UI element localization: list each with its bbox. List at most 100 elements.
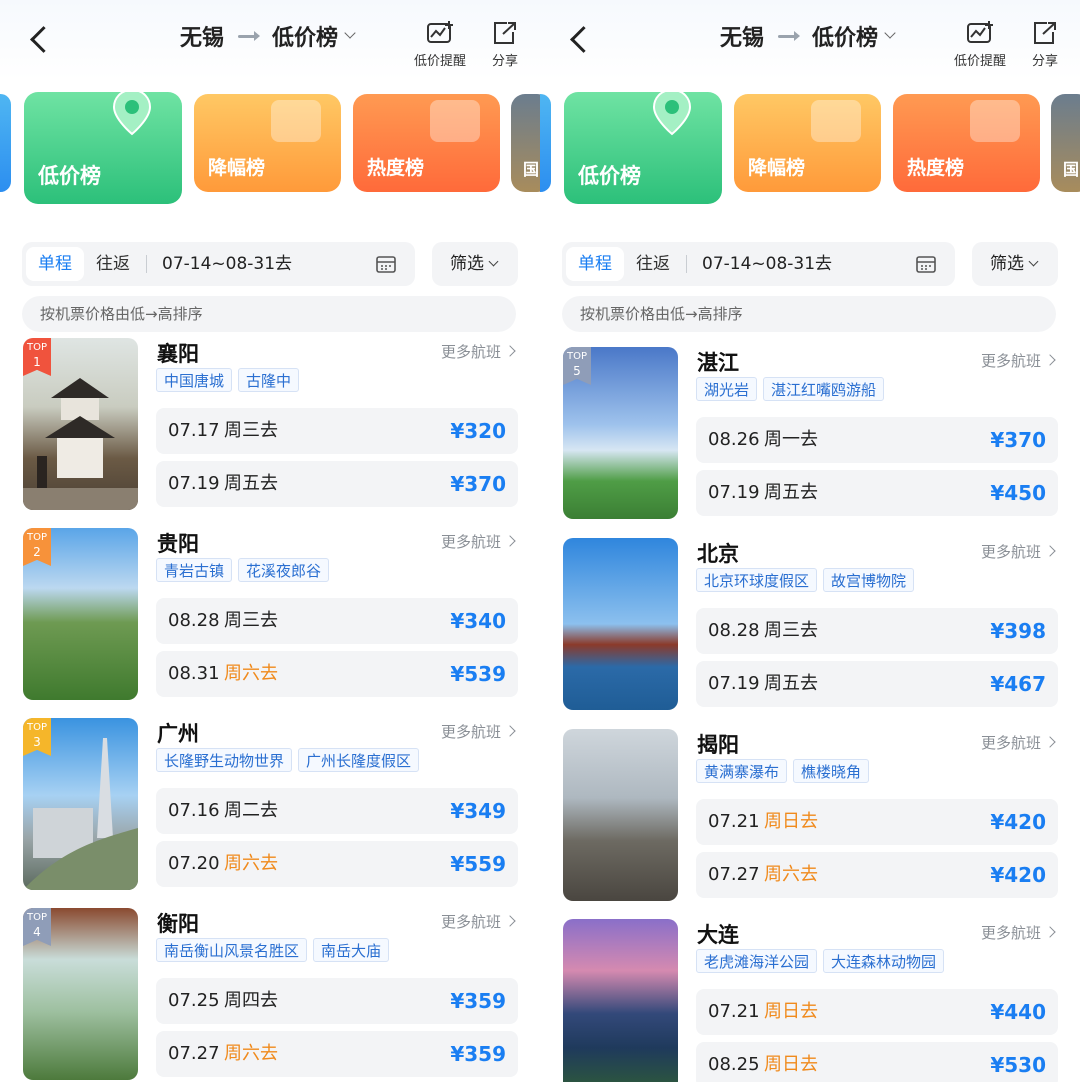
fare-weekday: 周四去 — [224, 990, 278, 1011]
fare-date: 08.26 — [708, 429, 760, 450]
round-trip-tab[interactable]: 往返 — [84, 247, 142, 281]
back-icon[interactable] — [26, 24, 56, 58]
fare-option[interactable]: 07.17 周三去 ¥320 — [156, 408, 518, 454]
attraction-tag[interactable]: 故宫博物院 — [823, 568, 915, 592]
category-price-drop[interactable]: 降幅榜 — [194, 94, 341, 192]
more-flights-link[interactable]: 更多航班 — [441, 721, 514, 742]
city-photo: TOP 4 — [23, 908, 138, 1080]
more-flights-link[interactable]: 更多航班 — [981, 350, 1054, 371]
list-item[interactable]: 北京 更多航班 北京环球度假区 故宫博物院 08.28 周三去 ¥398 07.… — [540, 538, 1080, 728]
list-item[interactable]: TOP 4 衡阳 更多航班 南岳衡山风景名胜区 南岳大庙 07.25 周四去 ¥3… — [0, 908, 540, 1082]
category-low-price[interactable]: 低价榜 — [564, 92, 722, 204]
panel-right: 无锡 低价榜 低价提醒 分享 低价榜 降幅榜 热度榜 国 单程 往返 07-14… — [540, 0, 1080, 1082]
category-country[interactable]: 国 — [1051, 94, 1080, 192]
fare-price: ¥440 — [990, 1000, 1046, 1024]
fare-weekday: 周日去 — [764, 1001, 818, 1022]
fare-option[interactable]: 07.19 周五去 ¥450 — [696, 470, 1058, 516]
attraction-tags: 黄满寨瀑布 樵楼晓角 — [696, 759, 870, 783]
category-price-drop[interactable]: 降幅榜 — [734, 94, 881, 192]
fare-option[interactable]: 07.19 周五去 ¥467 — [696, 661, 1058, 707]
fare-option[interactable]: 08.28 周三去 ¥340 — [156, 598, 518, 644]
attraction-tag[interactable]: 长隆野生动物世界 — [156, 748, 293, 772]
calendar-icon[interactable] — [916, 255, 936, 273]
more-flights-link[interactable]: 更多航班 — [981, 541, 1054, 562]
fare-option[interactable]: 07.20 周六去 ¥559 — [156, 841, 518, 887]
fare-option[interactable]: 07.16 周二去 ¥349 — [156, 788, 518, 834]
fare-option[interactable]: 08.26 周一去 ¥370 — [696, 417, 1058, 463]
fare-option[interactable]: 07.27 周六去 ¥359 — [156, 1031, 518, 1077]
fare-option[interactable]: 07.19 周五去 ¥370 — [156, 461, 518, 507]
fare-price: ¥320 — [450, 419, 506, 443]
share-label: 分享 — [491, 54, 518, 69]
fare-option[interactable]: 08.28 周三去 ¥398 — [696, 608, 1058, 654]
filter-button[interactable]: 筛选 — [432, 242, 518, 286]
attraction-tag[interactable]: 樵楼晓角 — [793, 759, 870, 783]
rank-badge: TOP 2 — [23, 528, 51, 566]
attraction-tag[interactable]: 大连森林动物园 — [823, 949, 945, 973]
one-way-tab[interactable]: 单程 — [26, 247, 84, 281]
fare-price: ¥467 — [990, 672, 1046, 696]
list-item[interactable]: 大连 更多航班 老虎滩海洋公园 大连森林动物园 07.21 周日去 ¥440 0… — [540, 919, 1080, 1082]
calendar-icon[interactable] — [376, 255, 396, 273]
date-range[interactable]: 07-14~08-31去 — [162, 242, 292, 286]
price-alert-button[interactable]: 低价提醒 — [950, 20, 1010, 69]
attraction-tag[interactable]: 中国唐城 — [156, 368, 233, 392]
one-way-tab[interactable]: 单程 — [566, 247, 624, 281]
city-name: 广州 — [157, 722, 199, 746]
fare-option[interactable]: 07.21 周日去 ¥440 — [696, 989, 1058, 1035]
attraction-tag[interactable]: 花溪夜郎谷 — [238, 558, 330, 582]
attraction-tag[interactable]: 老虎滩海洋公园 — [696, 949, 818, 973]
back-icon[interactable] — [566, 24, 596, 58]
more-flights-link[interactable]: 更多航班 — [441, 341, 514, 362]
fare-option[interactable]: 07.27 周六去 ¥420 — [696, 852, 1058, 898]
fare-date: 07.19 — [708, 673, 760, 694]
category-low-price[interactable]: 低价榜 — [24, 92, 182, 204]
category-card-partial[interactable] — [0, 94, 11, 192]
price-alert-button[interactable]: 低价提醒 — [410, 20, 470, 69]
fare-weekday: 周日去 — [764, 811, 818, 832]
more-flights-link[interactable]: 更多航班 — [981, 922, 1054, 943]
category-label: 低价榜 — [38, 164, 101, 188]
category-card-partial[interactable] — [540, 94, 551, 192]
attraction-tag[interactable]: 南岳衡山风景名胜区 — [156, 938, 308, 962]
attraction-tag[interactable]: 湛江红嘴鸥游船 — [763, 377, 885, 401]
list-item[interactable]: 揭阳 更多航班 黄满寨瀑布 樵楼晓角 07.21 周日去 ¥420 07.27 … — [540, 729, 1080, 919]
origin-city: 无锡 — [720, 26, 765, 51]
attraction-tag[interactable]: 古隆中 — [238, 368, 300, 392]
attraction-tag[interactable]: 广州长隆度假区 — [298, 748, 420, 772]
attraction-tag[interactable]: 青岩古镇 — [156, 558, 233, 582]
route-title[interactable]: 无锡 低价榜 — [180, 20, 356, 52]
round-trip-tab[interactable]: 往返 — [624, 247, 682, 281]
sort-hint: 按机票价格由低→高排序 — [562, 296, 1056, 332]
fare-option[interactable]: 07.21 周日去 ¥420 — [696, 799, 1058, 845]
category-hot[interactable]: 热度榜 — [893, 94, 1040, 192]
fare-weekday: 周二去 — [224, 800, 278, 821]
list-item[interactable]: TOP 5 湛江 更多航班 湖光岩 湛江红嘴鸥游船 08.26 周一去 ¥370 … — [540, 347, 1080, 537]
share-button[interactable]: 分享 — [485, 20, 525, 69]
attraction-tag[interactable]: 湖光岩 — [696, 377, 758, 401]
attraction-tag[interactable]: 南岳大庙 — [313, 938, 390, 962]
fare-option[interactable]: 08.31 周六去 ¥539 — [156, 651, 518, 697]
decoration-icon — [811, 100, 861, 142]
attraction-tag[interactable]: 黄满寨瀑布 — [696, 759, 788, 783]
more-flights-link[interactable]: 更多航班 — [441, 911, 514, 932]
list-item[interactable]: TOP 3 广州 更多航班 长隆野生动物世界 广州长隆度假区 07.16 周二去 … — [0, 718, 540, 908]
filter-button[interactable]: 筛选 — [972, 242, 1058, 286]
fare-date: 08.28 — [708, 620, 760, 641]
fare-date: 07.16 — [168, 800, 220, 821]
route-title[interactable]: 无锡 低价榜 — [720, 20, 896, 52]
more-flights-link[interactable]: 更多航班 — [981, 732, 1054, 753]
fare-option[interactable]: 08.25 周日去 ¥530 — [696, 1042, 1058, 1082]
share-button[interactable]: 分享 — [1025, 20, 1065, 69]
category-country[interactable]: 国 — [511, 94, 540, 192]
attraction-tag[interactable]: 北京环球度假区 — [696, 568, 818, 592]
category-hot[interactable]: 热度榜 — [353, 94, 500, 192]
more-flights-link[interactable]: 更多航班 — [441, 531, 514, 552]
attraction-tags: 北京环球度假区 故宫博物院 — [696, 568, 915, 592]
list-item[interactable]: TOP 1 襄阳 更多航班 中国唐城 古隆中 07.17 周三去 ¥320 07.… — [0, 338, 540, 528]
city-photo — [563, 919, 678, 1082]
list-item[interactable]: TOP 2 贵阳 更多航班 青岩古镇 花溪夜郎谷 08.28 周三去 ¥340 0… — [0, 528, 540, 718]
fare-option[interactable]: 07.25 周四去 ¥359 — [156, 978, 518, 1024]
chevron-down-icon — [1028, 256, 1039, 267]
date-range[interactable]: 07-14~08-31去 — [702, 242, 832, 286]
